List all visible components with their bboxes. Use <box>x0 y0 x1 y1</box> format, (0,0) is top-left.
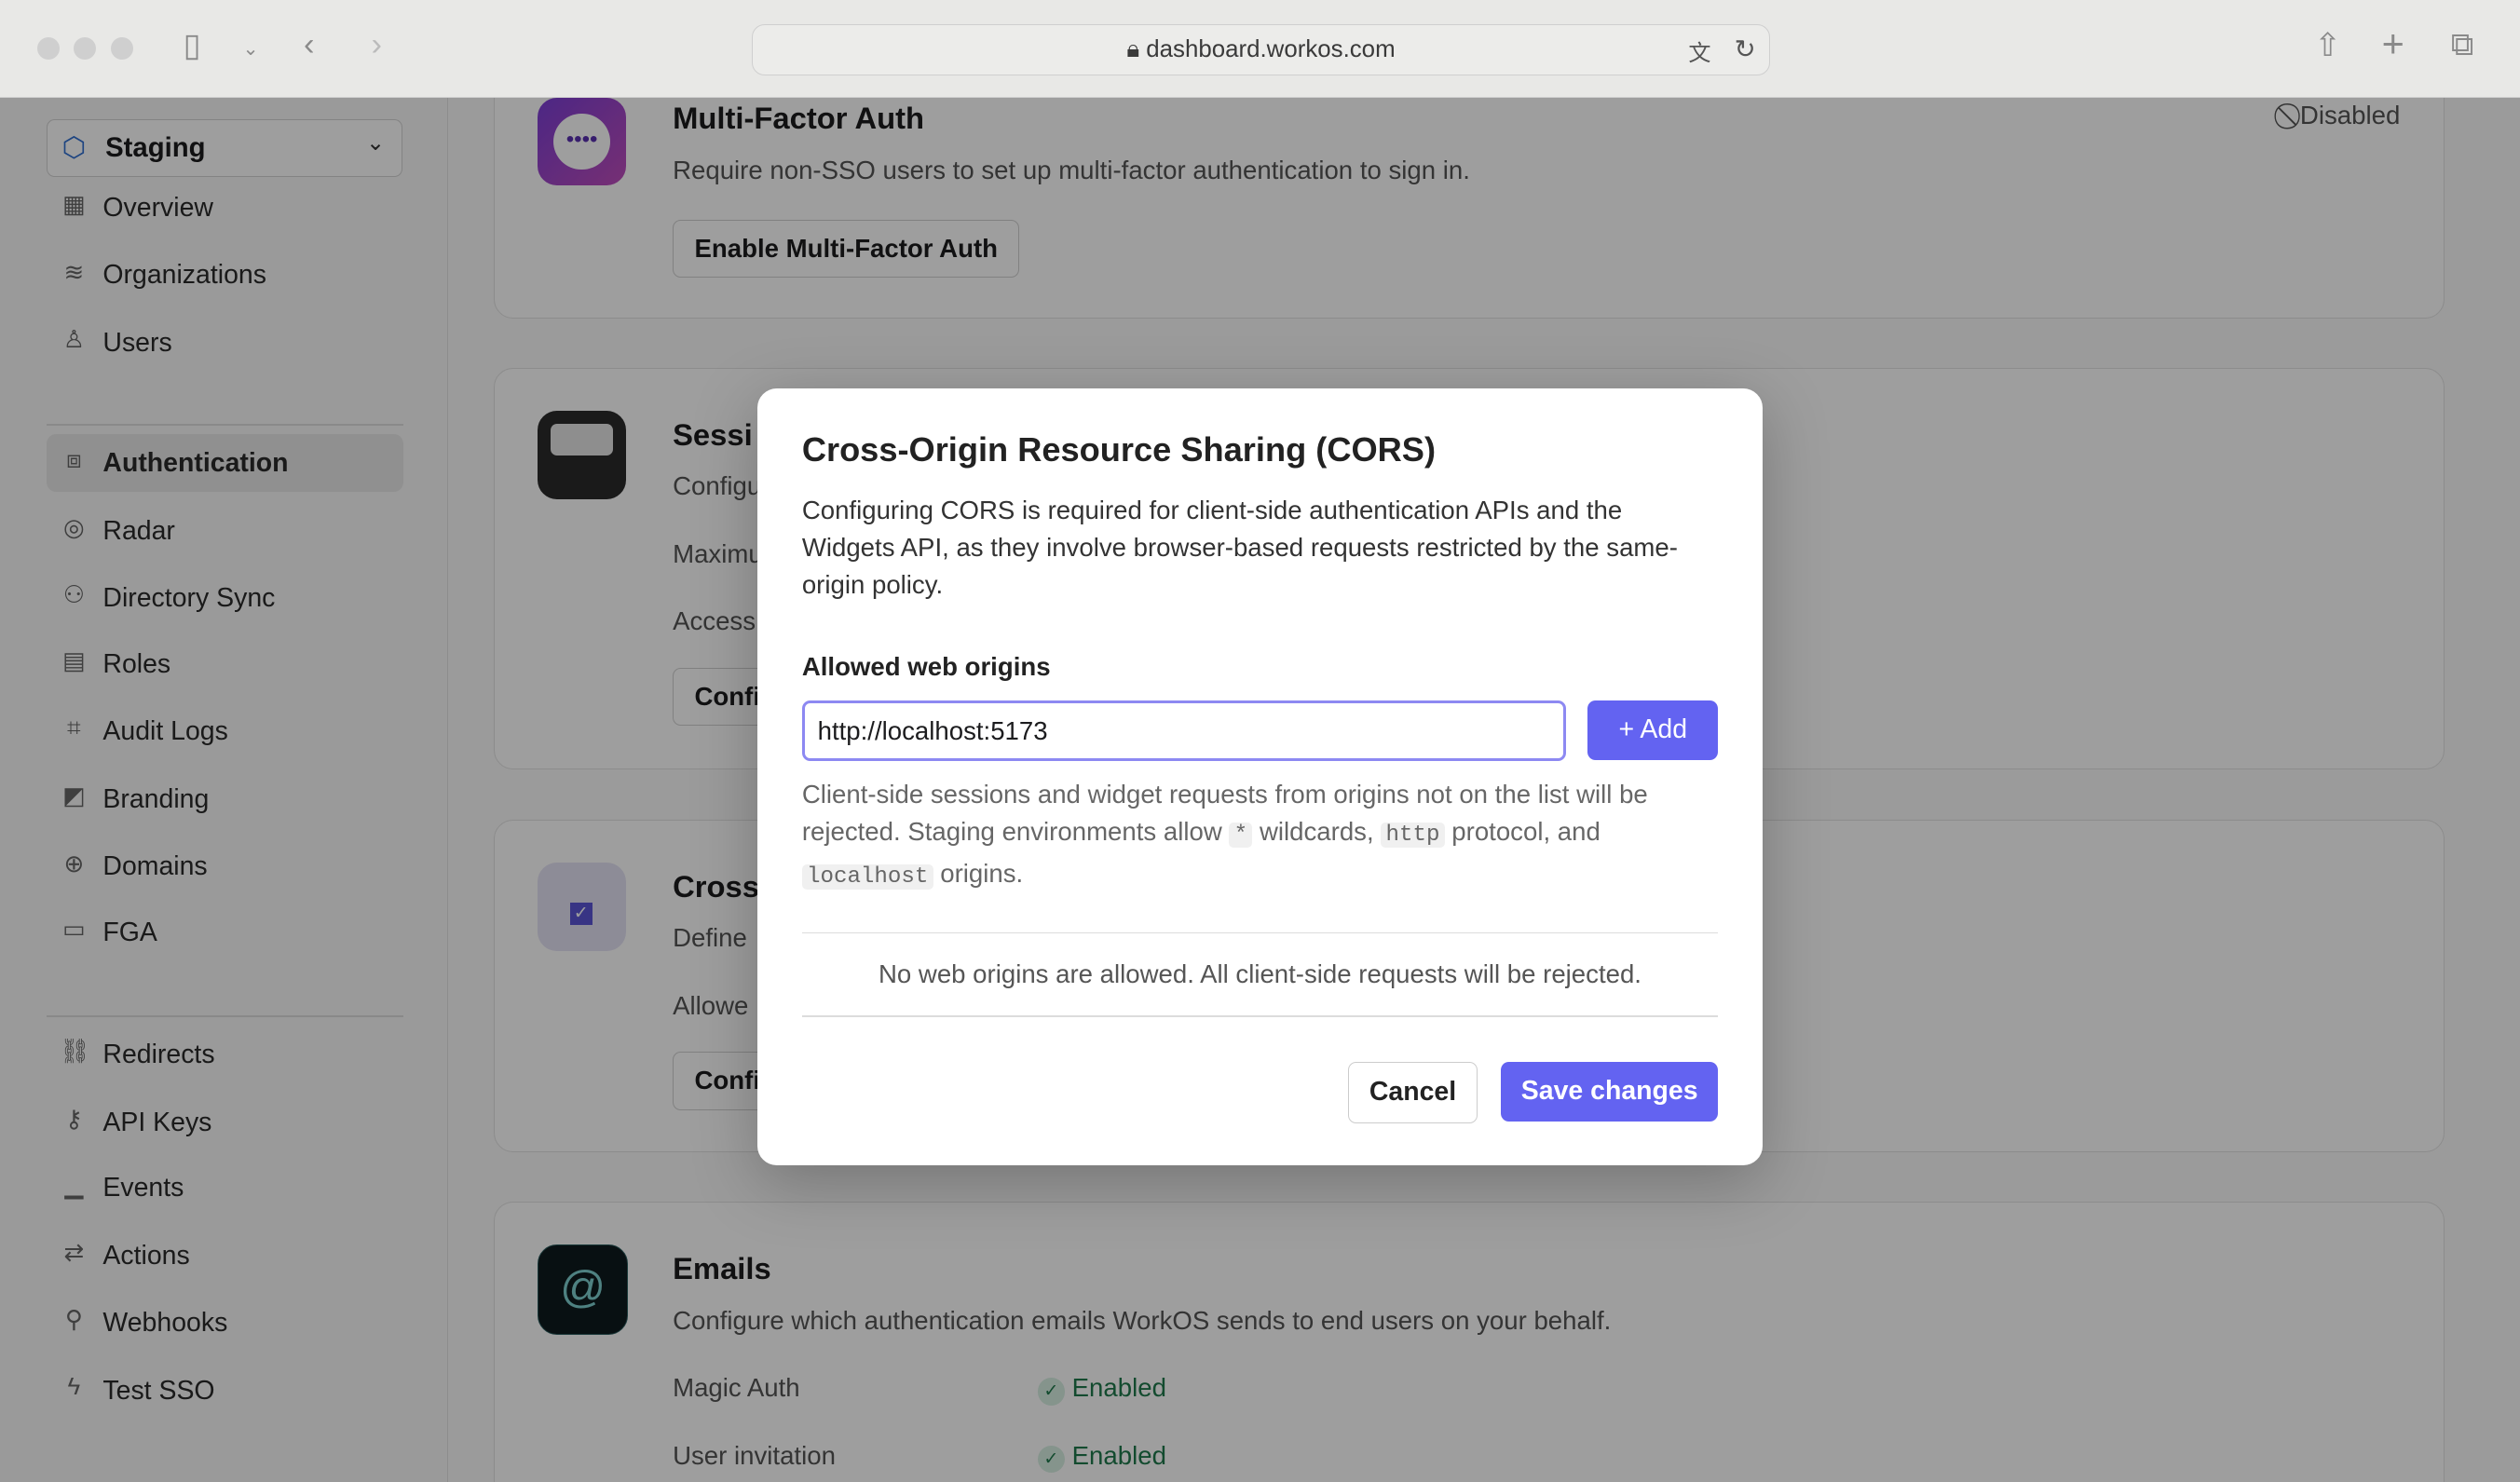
divider <box>801 931 1719 934</box>
origin-input-value: http://localhost:5173 <box>817 715 1048 745</box>
browser-toolbar: ▯ ⌄ ‹ › 🔒︎ dashboard.workos.com 文 ↻ ⇧ + … <box>0 0 2520 99</box>
dialog-title: Cross-Origin Resource Sharing (CORS) <box>801 430 1437 469</box>
empty-origins-message: No web origins are allowed. All client-s… <box>878 959 1641 988</box>
cors-dialog: Cross-Origin Resource Sharing (CORS) Con… <box>756 388 1764 1165</box>
chevron-down-icon[interactable]: ⌄ <box>242 37 258 61</box>
sidebar-toggle-icon[interactable]: ▯ <box>184 27 201 64</box>
dialog-description: Configuring CORS is required for client-… <box>801 495 1678 600</box>
origin-input[interactable]: http://localhost:5173 <box>801 700 1567 761</box>
address-bar[interactable]: 🔒︎ dashboard.workos.com 文 ↻ <box>752 23 1770 76</box>
code-localhost: localhost <box>801 863 933 890</box>
help-text-part: origins. <box>940 858 1024 888</box>
add-label: Add <box>1640 714 1688 745</box>
cancel-button[interactable]: Cancel <box>1348 1062 1478 1124</box>
new-tab-icon[interactable]: + <box>2382 22 2404 66</box>
help-text-part: wildcards, <box>1259 817 1374 847</box>
url-text: dashboard.workos.com <box>1146 35 1396 62</box>
close-window-button[interactable] <box>36 36 60 60</box>
translate-icon[interactable]: 文 <box>1688 34 1710 67</box>
help-text-part: protocol, and <box>1451 817 1601 847</box>
add-origin-button[interactable]: + Add <box>1587 700 1719 760</box>
plus-icon: + <box>1618 714 1635 745</box>
back-icon[interactable]: ‹ <box>304 27 315 63</box>
forward-icon[interactable]: › <box>371 27 382 63</box>
save-changes-button[interactable]: Save changes <box>1501 1062 1719 1122</box>
minimize-window-button[interactable] <box>74 36 97 60</box>
zoom-window-button[interactable] <box>111 36 134 60</box>
lock-icon: 🔒︎ <box>1126 35 1147 62</box>
origins-label: Allowed web origins <box>801 652 1051 682</box>
divider <box>801 1015 1719 1017</box>
code-wildcard: * <box>1229 823 1253 849</box>
tabs-overview-icon[interactable]: ⧉ <box>2451 27 2474 63</box>
reload-icon[interactable]: ↻ <box>1735 34 1756 64</box>
help-text: Client-side sessions and widget requests… <box>801 776 1710 896</box>
code-http: http <box>1381 823 1445 849</box>
share-icon[interactable]: ⇧ <box>2314 27 2341 64</box>
